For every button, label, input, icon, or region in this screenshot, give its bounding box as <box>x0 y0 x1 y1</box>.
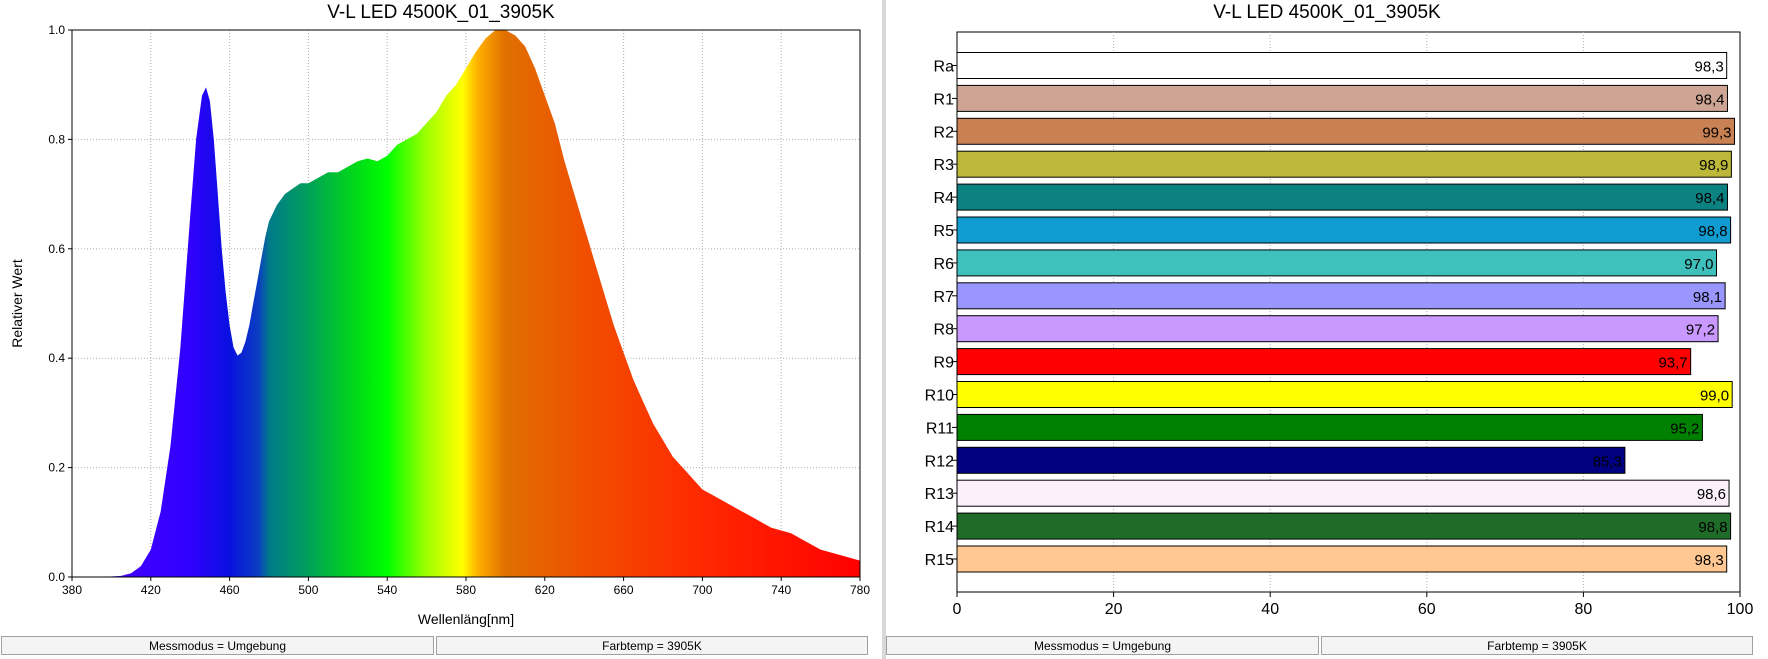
value-label: 99,0 <box>1700 388 1729 405</box>
category-label: R10 <box>925 388 954 405</box>
y-tick-label: 0.0 <box>48 570 65 584</box>
bar-ra <box>956 52 1728 79</box>
cri-chart: 0 20 40 60 80 100 Ra 98,3 R1 98,4 R2 99,3 R3 98,9 R4 98… <box>925 31 1754 618</box>
x-tick-label: 40 <box>1261 601 1279 618</box>
value-label: 98,4 <box>1695 91 1724 108</box>
x-tick-label: 80 <box>1575 601 1593 618</box>
bar-r8 <box>956 315 1719 343</box>
bar-r4 <box>956 183 1728 211</box>
category-label: R8 <box>934 322 955 339</box>
category-label: R4 <box>934 190 955 207</box>
x-tick-label: 420 <box>141 583 161 597</box>
bar-r15 <box>956 545 1728 573</box>
x-tick-label: 0 <box>953 601 962 618</box>
category-label: R14 <box>925 519 954 536</box>
value-label: 97,2 <box>1686 322 1715 339</box>
status-color-temp: Farbtemp = 3905K <box>1321 636 1753 655</box>
category-label: R15 <box>925 552 954 569</box>
y-tick-label: 0.2 <box>48 461 65 475</box>
x-tick-label: 460 <box>220 583 240 597</box>
category-label: R3 <box>934 157 955 174</box>
x-tick-label: 660 <box>614 583 634 597</box>
value-label: 98,8 <box>1698 519 1727 536</box>
spectrum-panel: V-L LED 4500K_01_3905K 380 420 460 500 540 58… <box>0 0 882 659</box>
value-label: 99,3 <box>1702 124 1731 141</box>
bar-r2 <box>956 117 1736 145</box>
x-tick-label: 740 <box>771 583 791 597</box>
value-label: 95,2 <box>1670 420 1699 437</box>
value-label: 98,6 <box>1697 486 1726 503</box>
category-label: R13 <box>925 486 954 503</box>
category-label: R1 <box>934 91 955 108</box>
value-label: 98,1 <box>1693 289 1722 306</box>
y-axis-label: Relativer Wert <box>9 259 25 348</box>
bar-r7 <box>956 282 1726 310</box>
x-tick-label: 500 <box>298 583 318 597</box>
y-tick-label: 0.6 <box>48 242 65 256</box>
x-tick-label: 620 <box>535 583 555 597</box>
x-tick-label: 20 <box>1105 601 1123 618</box>
category-label: Ra <box>934 59 955 76</box>
bar-r14 <box>956 512 1732 540</box>
value-label: 98,3 <box>1694 59 1723 76</box>
category-label: R12 <box>925 453 954 470</box>
x-tick-label: 700 <box>692 583 712 597</box>
bar-r9 <box>956 348 1692 376</box>
bar-r11 <box>956 413 1703 441</box>
x-tick-label: 780 <box>850 583 870 597</box>
bar-r3 <box>956 150 1732 178</box>
category-label: R5 <box>934 223 955 240</box>
value-label: 98,9 <box>1699 157 1728 174</box>
x-tick-label: 380 <box>62 583 82 597</box>
category-label: R11 <box>926 420 954 437</box>
y-tick-label: 1.0 <box>48 23 65 37</box>
plot-frame <box>956 31 1741 593</box>
bar-r12 <box>956 446 1626 474</box>
category-label: R2 <box>934 124 955 141</box>
bar-r1 <box>956 84 1728 112</box>
x-tick-label: 100 <box>1727 601 1754 618</box>
value-label: 85,3 <box>1593 453 1622 470</box>
x-tick-label: 540 <box>377 583 397 597</box>
status-color-temp: Farbtemp = 3905K <box>436 636 868 655</box>
y-tick-label: 0.4 <box>48 351 65 365</box>
category-label: R6 <box>934 256 955 273</box>
value-label: 98,8 <box>1698 223 1727 240</box>
x-axis-label: Wellenläng[nm] <box>418 611 514 627</box>
value-label: 97,0 <box>1684 256 1713 273</box>
x-tick-label: 580 <box>456 583 476 597</box>
value-label: 93,7 <box>1658 355 1687 372</box>
bar-r13 <box>956 479 1730 507</box>
y-tick-label: 0.8 <box>48 132 65 146</box>
spectrum-area <box>72 30 860 577</box>
category-label: R7 <box>934 289 955 306</box>
status-measure-mode: Messmodus = Umgebung <box>886 636 1319 655</box>
cri-panel: V-L LED 4500K_01_3905K 0 20 40 60 80 100 Ra 98,… <box>886 0 1768 659</box>
status-measure-mode: Messmodus = Umgebung <box>1 636 434 655</box>
value-label: 98,3 <box>1694 552 1723 569</box>
value-label: 98,4 <box>1695 190 1724 207</box>
bar-r5 <box>956 216 1732 244</box>
x-tick-label: 60 <box>1418 601 1436 618</box>
spectrum-chart: 380 420 460 500 540 580 620 660 700 740 780 0.0 0.2 0… <box>9 23 870 627</box>
bar-r6 <box>956 249 1718 277</box>
category-label: R9 <box>934 355 955 372</box>
bar-r10 <box>956 381 1733 408</box>
